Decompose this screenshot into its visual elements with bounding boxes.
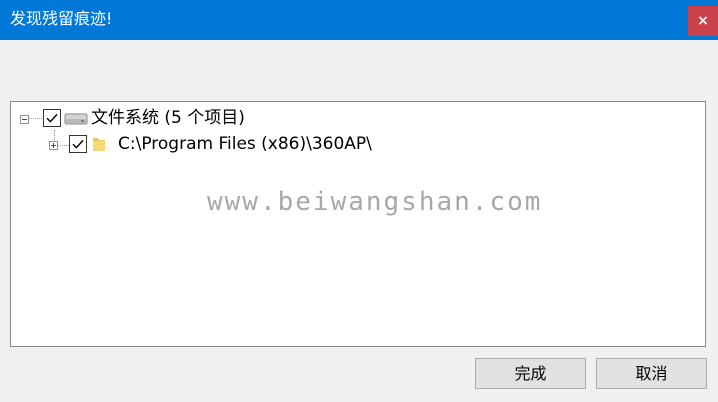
child-checkbox[interactable] (69, 135, 87, 153)
watermark-text: www.beiwangshan.com (207, 187, 543, 217)
collapse-icon[interactable] (20, 115, 29, 124)
title-bar: 发现残留痕迹! × (0, 0, 718, 40)
tree-node-root[interactable]: 文件系统 (5 个项目) (11, 107, 311, 133)
checkmark-icon (46, 113, 58, 123)
tree-node-child[interactable]: C:\Program Files (x86)\360AP\ (11, 133, 431, 159)
close-icon: × (697, 13, 709, 29)
finish-button[interactable]: 完成 (475, 358, 586, 389)
root-checkbox[interactable] (43, 109, 61, 127)
close-button[interactable]: × (688, 6, 718, 36)
expand-icon[interactable] (49, 141, 58, 150)
root-node-label: 文件系统 (5 个项目) (91, 108, 245, 128)
cancel-button[interactable]: 取消 (596, 358, 707, 389)
tree-view[interactable]: 文件系统 (5 个项目) C:\Program Files (x86)\360A… (10, 101, 706, 347)
checkmark-icon (72, 139, 84, 149)
child-node-label: C:\Program Files (x86)\360AP\ (118, 134, 372, 154)
drive-icon (64, 113, 88, 125)
window-title: 发现残留痕迹! (10, 9, 113, 28)
folder-icon (93, 138, 105, 151)
